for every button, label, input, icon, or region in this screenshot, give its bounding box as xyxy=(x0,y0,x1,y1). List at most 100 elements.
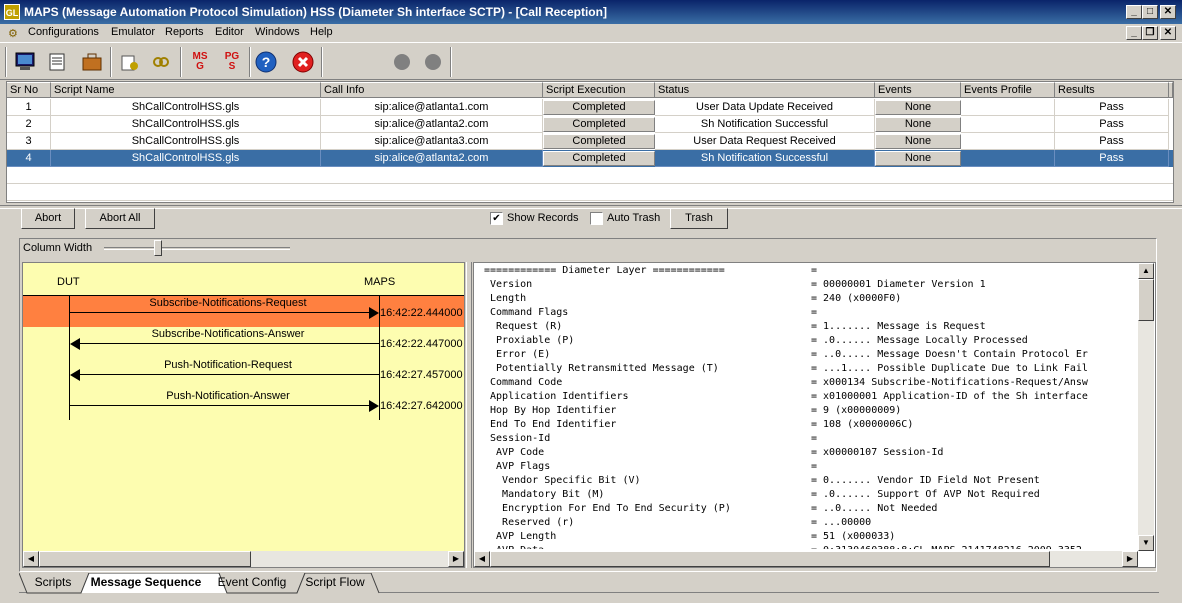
window-title: MAPS (Message Automation Protocol Simula… xyxy=(24,5,607,19)
table-row[interactable]: 2 ShCallControlHSS.gls sip:alice@atlanta… xyxy=(7,116,1173,133)
mdi-minimize-button[interactable]: _ xyxy=(1126,26,1142,40)
notepad-icon[interactable] xyxy=(43,48,71,76)
decode-line[interactable]: AVP Flags = xyxy=(484,461,1136,475)
message-arrow xyxy=(79,374,379,375)
decode-line[interactable]: Command Flags = xyxy=(484,307,1136,321)
tab-event-config[interactable]: Event Config xyxy=(217,573,287,593)
decode-field: AVP Data xyxy=(484,545,544,549)
decode-line[interactable]: Mandatory Bit (M) = .0...... Support Of A… xyxy=(484,489,1136,503)
decode-line[interactable]: Length = 240 (x0000F0) xyxy=(484,293,1136,307)
scroll-right-icon[interactable]: ▶ xyxy=(1122,551,1138,567)
scroll-up-icon[interactable]: ▲ xyxy=(1138,263,1154,279)
decode-line[interactable]: Proxiable (P) = .0...... Message Locally … xyxy=(484,335,1136,349)
decode-line[interactable]: Error (E) = ..0..... Message Doesn't Cont… xyxy=(484,349,1136,363)
scroll-thumb[interactable] xyxy=(39,551,251,567)
decode-line[interactable]: ============ Diameter Layer ============… xyxy=(484,265,1136,279)
decode-line[interactable]: Command Code = x000134 Subscribe-Notifica… xyxy=(484,377,1136,391)
message-arrow xyxy=(70,405,370,406)
decode-line[interactable]: End To End Identifier = 108 (x0000006C) xyxy=(484,419,1136,433)
menu-windows[interactable]: Windows xyxy=(255,26,300,38)
column-width-slider[interactable] xyxy=(154,240,162,256)
execution-button[interactable]: Completed xyxy=(543,117,655,132)
maximize-button[interactable]: □ xyxy=(1142,5,1158,19)
mdi-restore-button[interactable]: ❐ xyxy=(1142,26,1158,40)
decode-field: Proxiable (P) xyxy=(484,335,575,346)
cell-call-info: sip:alice@atlanta3.com xyxy=(321,133,543,150)
auto-trash-checkbox[interactable] xyxy=(590,212,603,225)
sequence-hscrollbar[interactable]: ◀ ▶ xyxy=(23,551,464,567)
col-header-status[interactable]: Status xyxy=(655,82,875,98)
scroll-thumb[interactable] xyxy=(1138,279,1154,321)
col-header-script-name[interactable]: Script Name xyxy=(51,82,321,98)
decode-line[interactable]: Vendor Specific Bit (V) = 0....... Vendor… xyxy=(484,475,1136,489)
col-header-script-execution[interactable]: Script Execution xyxy=(543,82,655,98)
scroll-left-icon[interactable]: ◀ xyxy=(23,551,39,567)
col-header-srno[interactable]: Sr No xyxy=(7,82,51,98)
table-row-selected[interactable]: 4 ShCallControlHSS.gls sip:alice@atlanta… xyxy=(7,150,1173,167)
decode-line[interactable]: Application Identifiers = x01000001 Appli… xyxy=(484,391,1136,405)
decode-line[interactable]: AVP Data = 0;3130460388;8;GL-MAPS_2141748… xyxy=(484,545,1136,549)
events-button[interactable]: None xyxy=(875,100,961,115)
table-row[interactable]: 3 ShCallControlHSS.gls sip:alice@atlanta… xyxy=(7,133,1173,150)
chain-icon[interactable] xyxy=(147,48,175,76)
briefcase-icon[interactable] xyxy=(78,48,106,76)
mdi-close-button[interactable]: ✕ xyxy=(1160,26,1176,40)
menu-help[interactable]: Help xyxy=(310,26,333,38)
decode-line[interactable]: Encryption For End To End Security (P) = … xyxy=(484,503,1136,517)
column-width-track xyxy=(104,247,290,250)
message-label[interactable]: Subscribe-Notifications-Request xyxy=(83,297,373,309)
abort-all-button[interactable]: Abort All xyxy=(85,208,155,229)
stop-icon[interactable] xyxy=(289,48,317,76)
menu-configurations[interactable]: Configurations xyxy=(28,26,99,38)
tab-message-sequence[interactable]: Message Sequence xyxy=(86,573,206,593)
computer-icon[interactable] xyxy=(11,48,39,76)
decode-line[interactable]: Potentially Retransmitted Message (T) = .… xyxy=(484,363,1136,377)
decode-line[interactable]: AVP Length = 51 (x000033) xyxy=(484,531,1136,545)
show-records-checkbox[interactable]: ✔ xyxy=(490,212,503,225)
msg-icon[interactable]: MS G xyxy=(186,48,214,76)
message-label[interactable]: Push-Notification-Request xyxy=(83,359,373,371)
config-wizard-icon[interactable] xyxy=(116,48,144,76)
decode-line[interactable]: Session-Id = xyxy=(484,433,1136,447)
message-label[interactable]: Push-Notification-Answer xyxy=(83,390,373,402)
scroll-right-icon[interactable]: ▶ xyxy=(448,551,464,567)
events-button[interactable]: None xyxy=(875,151,961,166)
events-button[interactable]: None xyxy=(875,134,961,149)
events-button[interactable]: None xyxy=(875,117,961,132)
decode-line[interactable]: Reserved (r) = ...00000 xyxy=(484,517,1136,531)
tab-script-flow[interactable]: Script Flow xyxy=(303,573,367,593)
scroll-left-icon[interactable]: ◀ xyxy=(474,551,490,567)
scroll-down-icon[interactable]: ▼ xyxy=(1138,535,1154,551)
decode-line[interactable]: Request (R) = 1....... Message is Request xyxy=(484,321,1136,335)
menu-reports[interactable]: Reports xyxy=(165,26,204,38)
decode-field: Session-Id xyxy=(484,433,551,444)
minimize-button[interactable]: _ xyxy=(1126,5,1142,19)
decode-vscrollbar[interactable]: ▲ ▼ xyxy=(1138,263,1154,551)
splitter[interactable] xyxy=(0,205,1182,209)
execution-button[interactable]: Completed xyxy=(543,134,655,149)
cell-events-profile xyxy=(961,150,1055,167)
menu-editor[interactable]: Editor xyxy=(215,26,244,38)
col-header-call-info[interactable]: Call Info xyxy=(321,82,543,98)
abort-button[interactable]: Abort xyxy=(21,208,75,229)
execution-button[interactable]: Completed xyxy=(543,100,655,115)
decode-line[interactable]: AVP Code = x00000107 Session-Id xyxy=(484,447,1136,461)
col-header-events[interactable]: Events xyxy=(875,82,961,98)
execution-button[interactable]: Completed xyxy=(543,151,655,166)
cell-status: User Data Update Received xyxy=(655,99,875,116)
trash-button[interactable]: Trash xyxy=(670,208,728,229)
col-header-results[interactable]: Results xyxy=(1055,82,1169,98)
menu-emulator[interactable]: Emulator xyxy=(111,26,155,38)
message-label[interactable]: Subscribe-Notifications-Answer xyxy=(83,328,373,340)
scroll-thumb[interactable] xyxy=(490,551,1050,567)
col-header-events-profile[interactable]: Events Profile xyxy=(961,82,1055,98)
decode-hscrollbar[interactable]: ◀ ▶ xyxy=(474,551,1138,567)
decode-line[interactable]: Hop By Hop Identifier = 9 (x00000009) xyxy=(484,405,1136,419)
help-icon[interactable]: ? xyxy=(252,48,280,76)
pane-splitter[interactable] xyxy=(466,262,472,568)
pgs-icon[interactable]: PG S xyxy=(218,48,246,76)
table-row[interactable]: 1 ShCallControlHSS.gls sip:alice@atlanta… xyxy=(7,99,1173,116)
decode-line[interactable]: Version = 00000001 Diameter Version 1 xyxy=(484,279,1136,293)
close-button[interactable]: ✕ xyxy=(1160,5,1176,19)
tab-scripts[interactable]: Scripts xyxy=(27,573,79,593)
